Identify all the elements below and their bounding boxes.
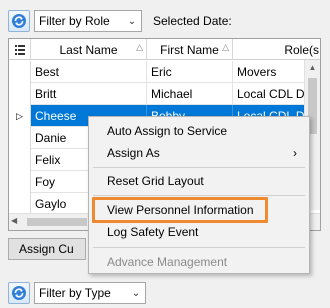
- column-header-label: First Name: [160, 42, 219, 57]
- row-header: ▷: [9, 105, 31, 127]
- row-header: [9, 149, 31, 171]
- column-header-first-name[interactable]: First Name △: [147, 39, 233, 60]
- horizontal-scroll-thumb[interactable]: [27, 218, 87, 226]
- grid-header: Last Name △ First Name △ Role(s: [9, 39, 320, 60]
- row-header: [9, 127, 31, 149]
- chevron-down-icon: ⌄: [131, 287, 141, 299]
- table-row[interactable]: Britt Michael Local CDL D: [9, 83, 320, 105]
- last-name-cell: Britt: [31, 83, 147, 105]
- row-header: [9, 83, 31, 105]
- menu-item-label: Log Safety Event: [107, 225, 199, 239]
- table-row[interactable]: Best Eric Movers: [9, 61, 320, 83]
- menu-separator: [93, 247, 305, 248]
- row-header: [9, 193, 31, 215]
- menu-item-log-safety-event[interactable]: Log Safety Event: [89, 221, 309, 243]
- refresh-button[interactable]: [8, 10, 30, 32]
- highlight-box: [92, 197, 268, 223]
- refresh-icon: [12, 286, 26, 300]
- column-header-label: Last Name: [59, 42, 118, 57]
- column-chooser-button[interactable]: [9, 39, 31, 60]
- scroll-left-arrow-icon[interactable]: ◀: [11, 216, 17, 225]
- first-name-cell: Michael: [147, 83, 233, 105]
- menu-item-label: Reset Grid Layout: [107, 174, 204, 188]
- menu-item-label: Auto Assign to Service: [107, 124, 228, 138]
- last-name-cell: Best: [31, 61, 147, 83]
- column-header-roles[interactable]: Role(s: [233, 39, 320, 60]
- menu-item-label: Advance Management: [107, 255, 228, 269]
- column-chooser-icon: [14, 44, 25, 55]
- role-filter-value: Filter by Role: [39, 14, 110, 28]
- role-filter-select[interactable]: Filter by Role ⌄: [34, 10, 142, 32]
- column-header-last-name[interactable]: Last Name △: [31, 39, 147, 60]
- selected-date-label: Selected Date:: [153, 14, 232, 28]
- current-row-arrow-icon: ▷: [16, 110, 23, 121]
- menu-item-auto-assign[interactable]: Auto Assign to Service: [89, 120, 309, 142]
- menu-item-reset-grid-layout[interactable]: Reset Grid Layout: [89, 170, 309, 192]
- menu-item-assign-as[interactable]: Assign As ›: [89, 142, 309, 164]
- first-name-cell: Eric: [147, 61, 233, 83]
- assign-button[interactable]: Assign Cu: [8, 238, 86, 260]
- menu-item-label: Assign As: [107, 146, 160, 160]
- sort-arrow-icon: △: [222, 42, 229, 52]
- scroll-up-arrow-icon[interactable]: ▲: [305, 60, 320, 76]
- role-cell: Movers: [233, 61, 307, 83]
- menu-separator: [93, 167, 305, 168]
- row-header: [9, 61, 31, 83]
- submenu-arrow-icon: ›: [293, 146, 297, 160]
- assign-button-label: Assign Cu: [19, 242, 74, 256]
- refresh-icon: [12, 14, 26, 28]
- chevron-down-icon: ⌄: [127, 15, 137, 27]
- type-filter-value: Filter by Type: [39, 286, 111, 300]
- role-cell: Local CDL D: [233, 83, 307, 105]
- menu-item-advance-management: Advance Management: [89, 251, 309, 273]
- type-filter-select[interactable]: Filter by Type ⌄: [34, 282, 146, 304]
- menu-separator: [93, 195, 305, 196]
- context-menu: Auto Assign to Service Assign As › Reset…: [88, 116, 310, 274]
- row-header: [9, 171, 31, 193]
- column-header-label: Role(s: [284, 42, 319, 57]
- refresh-button-bottom[interactable]: [8, 282, 30, 304]
- sort-arrow-icon: △: [136, 42, 143, 52]
